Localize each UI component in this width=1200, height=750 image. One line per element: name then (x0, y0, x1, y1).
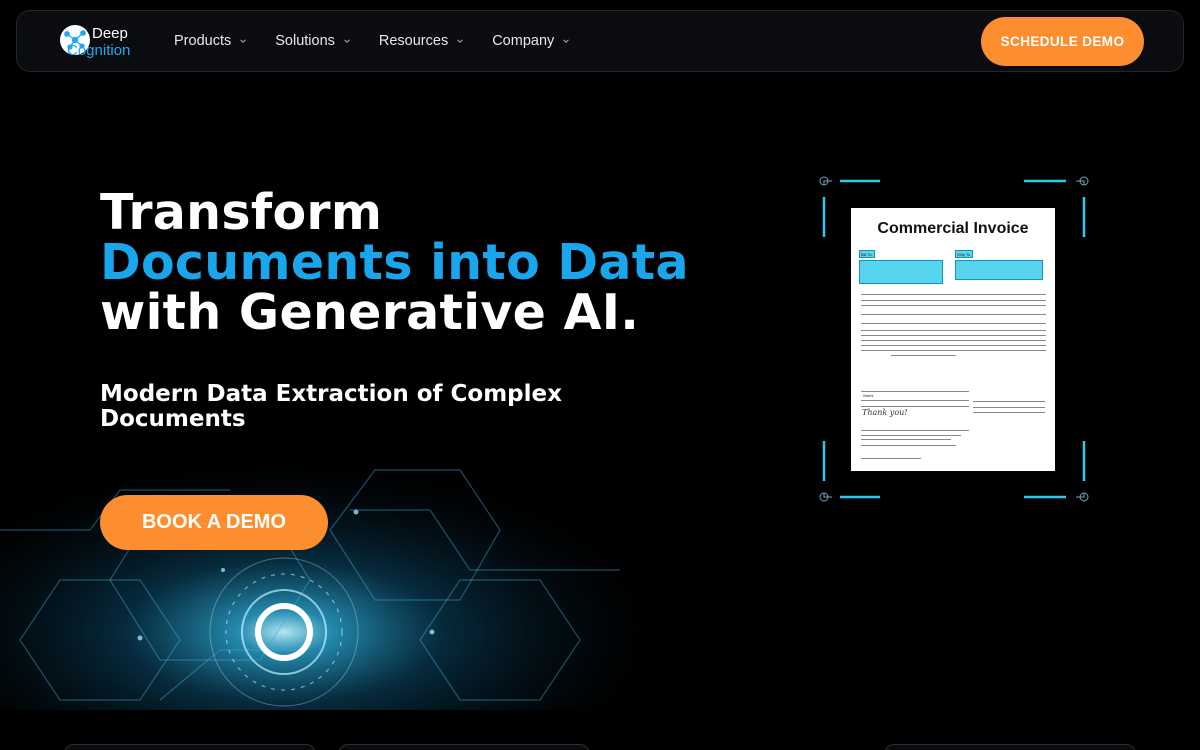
hero-headline-line-1: Transform (100, 184, 383, 241)
totals-rule (973, 401, 1045, 402)
form-rule (861, 430, 969, 431)
brand-name-top: Deep (92, 25, 128, 42)
chevron-down-icon (457, 39, 464, 43)
nav-item-solutions[interactable]: Solutions (275, 33, 351, 49)
table-rule (861, 300, 1046, 301)
hero-headline-highlight: Documents into Data (100, 234, 689, 291)
brand-name-bottom: Cognition (67, 42, 131, 59)
bill-to-address-highlight (859, 260, 943, 284)
totals-rule (973, 412, 1045, 413)
nav-item-company[interactable]: Company (492, 33, 570, 49)
invoice-title: Commercial Invoice (877, 220, 1029, 237)
text-line (861, 439, 951, 440)
chevron-down-icon (240, 39, 247, 43)
nav-menu: Products Solutions Resources Company (174, 11, 598, 71)
form-rule (861, 400, 969, 401)
nav-item-label: Company (492, 33, 555, 49)
text-line (861, 435, 961, 436)
table-rule (861, 294, 1046, 295)
form-rule (861, 391, 969, 392)
totals-rule (973, 407, 1045, 408)
hero-headline-line-3: with Generative AI. (100, 284, 640, 341)
schedule-demo-button[interactable]: SCHEDULE DEMO (981, 17, 1144, 66)
nav-item-label: Products (174, 33, 232, 49)
nav-item-label: Resources (378, 33, 449, 49)
table-rule (861, 305, 1046, 306)
top-navbar: Deep Cognition Products Solutions Resour… (16, 10, 1184, 72)
ship-to-address-highlight (955, 260, 1043, 280)
table-rule (861, 314, 1046, 315)
table-rule (861, 323, 1046, 324)
feature-card[interactable] (64, 744, 316, 750)
table-rule (861, 330, 1046, 331)
chevron-down-icon (563, 39, 570, 43)
table-rule (861, 345, 1046, 346)
notes-label: Notes (863, 393, 874, 398)
table-rule (861, 335, 1046, 336)
hero-subtitle: Modern Data Extraction of Complex Docume… (100, 381, 562, 432)
table-rule (891, 355, 956, 356)
thank-you-note: Thank you! (862, 408, 908, 417)
nav-item-resources[interactable]: Resources (379, 33, 464, 49)
feature-card[interactable] (338, 744, 590, 750)
invoice-document-preview: Commercial Invoice Bill To Ship To Thank… (851, 208, 1055, 471)
chevron-down-icon (344, 39, 350, 43)
tech-circuit-illustration (0, 410, 660, 710)
feature-card[interactable] (884, 744, 1136, 750)
table-rule (861, 350, 1046, 351)
bill-to-label: Bill To (861, 252, 872, 257)
nav-item-label: Solutions (275, 33, 335, 49)
deep-cognition-logo[interactable]: Deep Cognition (55, 20, 145, 62)
hero-headline: Transform Documents into Data with Gener… (100, 188, 689, 338)
signature-line (861, 458, 921, 459)
nav-item-products[interactable]: Products (174, 33, 247, 49)
ship-to-label: Ship To (957, 252, 971, 257)
book-demo-button[interactable]: BOOK A DEMO (100, 495, 328, 550)
text-line (861, 445, 956, 446)
table-rule (861, 340, 1046, 341)
form-rule (861, 406, 969, 407)
